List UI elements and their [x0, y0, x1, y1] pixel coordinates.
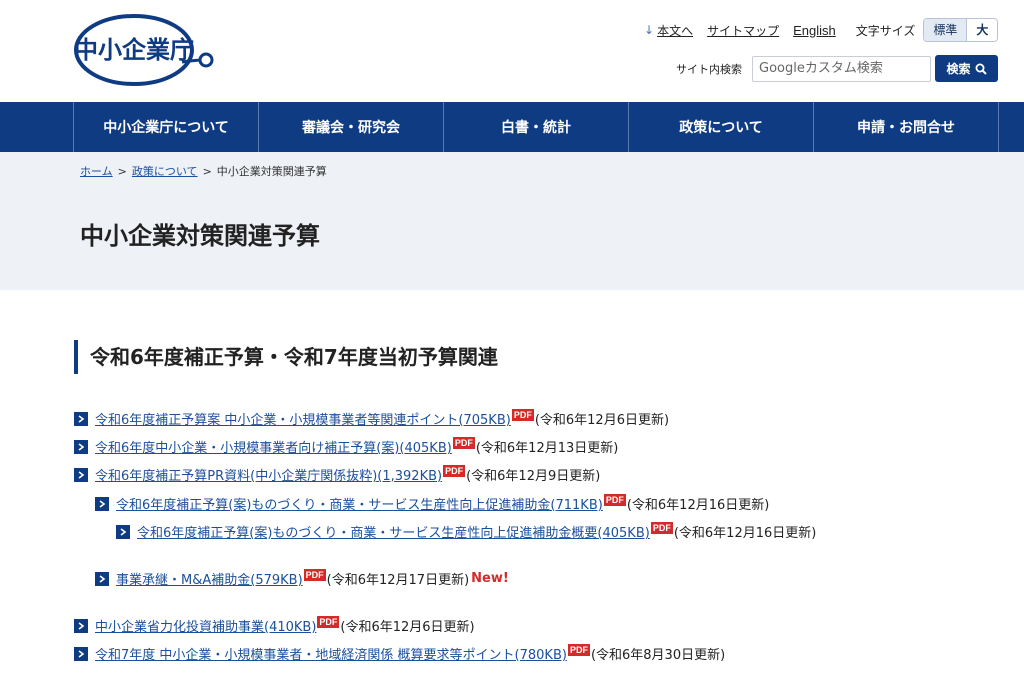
new-badge: New!	[471, 571, 509, 586]
list-item: 事業承継・M&A補助金(579KB) PDF (令和6年12月17日更新) New!	[95, 568, 509, 588]
site-search: サイト内検索 検索	[676, 55, 998, 82]
arrow-down-icon: ↓	[644, 23, 655, 37]
utility-links: ↓ 本文へ サイトマップ English 文字サイズ 標準 大	[644, 18, 999, 42]
breadcrumb-policy[interactable]: 政策について	[132, 163, 198, 179]
item-link[interactable]: 令和6年度補正予算(案)ものづくり・商業・サービス生産性向上促進補助金(711K…	[116, 494, 603, 513]
chevron-right-icon	[95, 496, 109, 511]
pdf-icon: PDF	[317, 615, 340, 628]
page-title: 中小企業対策関連予算	[80, 222, 320, 250]
item-link[interactable]: 事業承継・M&A補助金(579KB)	[116, 569, 303, 588]
site-header: 中小企業庁 ↓ 本文へ サイトマップ English 文字サイズ 標準 大 サイ…	[0, 0, 1024, 102]
update-date: (令和6年12月17日更新)	[326, 573, 470, 588]
item-link[interactable]: 令和7年度 中小企業・小規模事業者・地域経済関係 概算要求等ポイント(780KB…	[95, 644, 567, 663]
item-link[interactable]: 中小企業省力化投資補助事業(410KB)	[95, 616, 316, 635]
search-button-label: 検索	[946, 62, 971, 76]
chevron-right-icon	[74, 618, 88, 633]
list-item: 令和6年度補正予算PR資料(中小企業庁関係抜粋)(1,392KB) PDF (令和6…	[74, 464, 601, 484]
chevron-right-icon	[74, 439, 88, 454]
logo-text: 中小企業庁	[74, 36, 194, 64]
pdf-icon: PDF	[567, 643, 590, 656]
breadcrumb-home[interactable]: ホーム	[80, 163, 113, 179]
update-date: (令和6年12月6日更新)	[340, 620, 475, 635]
skip-to-content-link[interactable]: 本文へ	[657, 22, 693, 39]
list-item: 令和6年度中小企業・小規模事業者向け補正予算(案)(405KB) PDF (令和6年…	[74, 436, 619, 456]
site-logo[interactable]: 中小企業庁	[72, 10, 217, 88]
chevron-right-icon: >	[117, 164, 127, 178]
chevron-right-icon	[74, 411, 88, 426]
search-button[interactable]: 検索	[935, 55, 998, 82]
search-label: サイト内検索	[676, 62, 742, 76]
nav-item-whitepaper[interactable]: 白書・統計	[444, 102, 629, 152]
update-date: (令和6年8月30日更新)	[590, 648, 726, 663]
chevron-right-icon	[95, 571, 109, 586]
chevron-right-icon	[116, 524, 130, 539]
font-size-switcher: 標準 大	[923, 18, 999, 42]
breadcrumb: ホーム > 政策について > 中小企業対策関連予算	[80, 163, 327, 179]
item-link[interactable]: 令和6年度補正予算案 中小企業・小規模事業者等関連ポイント(705KB)	[95, 409, 511, 428]
update-date: (令和6年12月13日更新)	[475, 441, 619, 456]
font-size-large-button[interactable]: 大	[966, 19, 998, 41]
pdf-icon: PDF	[511, 408, 534, 421]
chevron-right-icon	[74, 467, 88, 482]
pdf-icon: PDF	[650, 521, 673, 534]
search-input[interactable]	[752, 55, 931, 82]
logo-emblem-icon: 中小企業庁	[74, 14, 214, 86]
global-nav: 中小企業庁について 審議会・研究会 白書・統計 政策について 申請・お問合せ	[0, 102, 1024, 152]
sitemap-link[interactable]: サイトマップ	[707, 22, 779, 39]
item-link[interactable]: 令和6年度中小企業・小規模事業者向け補正予算(案)(405KB)	[95, 437, 452, 456]
item-link[interactable]: 令和6年度補正予算PR資料(中小企業庁関係抜粋)(1,392KB)	[95, 465, 442, 484]
nav-item-about[interactable]: 中小企業庁について	[74, 102, 259, 152]
nav-item-applications[interactable]: 申請・お問合せ	[814, 102, 999, 152]
item-link[interactable]: 令和6年度補正予算(案)ものづくり・商業・サービス生産性向上促進補助金概要(40…	[137, 522, 650, 541]
pdf-icon: PDF	[443, 464, 466, 477]
section-heading: 令和6年度補正予算・令和7年度当初予算関連	[74, 340, 498, 374]
list-item: 令和6年度補正予算案 中小企業・小規模事業者等関連ポイント(705KB) PDF(…	[74, 408, 670, 428]
update-date: (令和6年12月16日更新)	[673, 526, 817, 541]
english-link[interactable]: English	[793, 23, 836, 38]
pdf-icon: PDF	[452, 436, 475, 449]
update-date: (令和6年12月16日更新)	[626, 498, 770, 513]
search-icon	[975, 63, 987, 75]
chevron-right-icon: >	[202, 164, 212, 178]
update-date: (令和6年12月9日更新)	[466, 469, 601, 484]
font-size-standard-button[interactable]: 標準	[924, 19, 967, 41]
list-item: 令和7年度 中小企業・小規模事業者・地域経済関係 概算要求等ポイント(780KB…	[74, 643, 726, 663]
update-date: (令和6年12月6日更新)	[534, 413, 670, 428]
nav-item-policy[interactable]: 政策について	[629, 102, 814, 152]
pdf-icon: PDF	[303, 568, 326, 581]
list-item: 令和6年度補正予算(案)ものづくり・商業・サービス生産性向上促進補助金(711K…	[95, 493, 770, 513]
list-item: 令和6年度補正予算(案)ものづくり・商業・サービス生産性向上促進補助金概要(40…	[116, 521, 817, 541]
font-size-label: 文字サイズ	[855, 23, 916, 38]
list-item: 中小企業省力化投資補助事業(410KB) PDF (令和6年12月6日更新)	[74, 615, 475, 635]
breadcrumb-current: 中小企業対策関連予算	[216, 165, 327, 178]
page-title-area: ホーム > 政策について > 中小企業対策関連予算 中小企業対策関連予算	[0, 152, 1024, 290]
nav-item-councils[interactable]: 審議会・研究会	[259, 102, 444, 152]
chevron-right-icon	[74, 646, 88, 661]
pdf-icon: PDF	[603, 493, 626, 506]
